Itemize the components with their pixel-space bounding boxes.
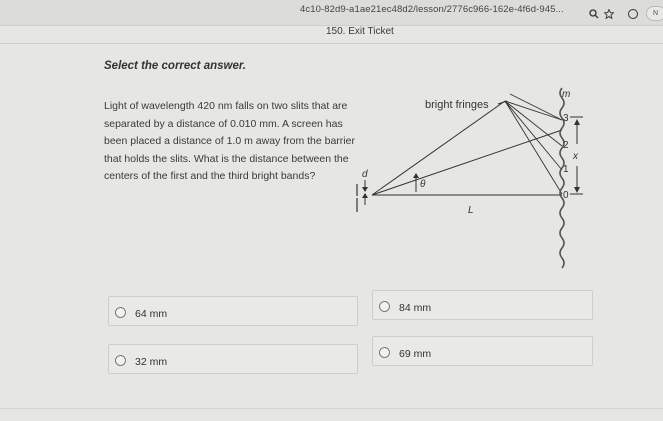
fringe-number: 3 xyxy=(563,113,569,124)
answer-option-c[interactable]: 32 mm xyxy=(108,344,358,374)
page-title: 150. Exit Ticket xyxy=(326,26,394,37)
header-divider xyxy=(0,43,663,44)
fringe-number: 0 xyxy=(563,190,569,201)
radio-button[interactable] xyxy=(115,355,126,366)
m-label: m xyxy=(562,89,570,100)
fringe-number: 1 xyxy=(563,164,569,175)
answer-option-a[interactable]: 64 mm xyxy=(108,296,358,326)
profile-avatar[interactable]: N xyxy=(646,6,663,21)
option-label: 32 mm xyxy=(135,356,168,368)
option-label: 84 mm xyxy=(399,302,432,314)
question-instruction: Select the correct answer. xyxy=(104,60,246,72)
radio-button[interactable] xyxy=(379,301,390,312)
x-label: x xyxy=(572,151,579,162)
theta-label: θ xyxy=(420,179,426,190)
address-bar[interactable]: 4c10-82d9-a1ae21ec48d2/lesson/2776c966-1… xyxy=(300,0,585,23)
answer-option-d[interactable]: 69 mm xyxy=(372,336,593,366)
option-label: 69 mm xyxy=(399,348,432,360)
radio-button[interactable] xyxy=(379,347,390,358)
browser-toolbar: 4c10-82d9-a1ae21ec48d2/lesson/2776c966-1… xyxy=(0,0,663,26)
footer-divider xyxy=(0,408,663,409)
question-text: Light of wavelength 420 nm falls on two … xyxy=(104,100,355,182)
bright-fringes-label: bright fringes xyxy=(425,99,489,111)
d-label: d xyxy=(362,169,368,180)
radio-button[interactable] xyxy=(115,307,126,318)
double-slit-diagram: d bright fringes θ L m 3 2 1 0 x xyxy=(356,87,583,269)
extension-icon[interactable] xyxy=(628,9,638,19)
answer-option-b[interactable]: 84 mm xyxy=(372,290,593,320)
bookmark-star-icon[interactable] xyxy=(603,8,615,22)
fringe-number: 2 xyxy=(563,140,569,151)
option-label: 64 mm xyxy=(135,308,168,320)
search-icon[interactable] xyxy=(589,9,599,22)
L-label: L xyxy=(468,205,474,216)
